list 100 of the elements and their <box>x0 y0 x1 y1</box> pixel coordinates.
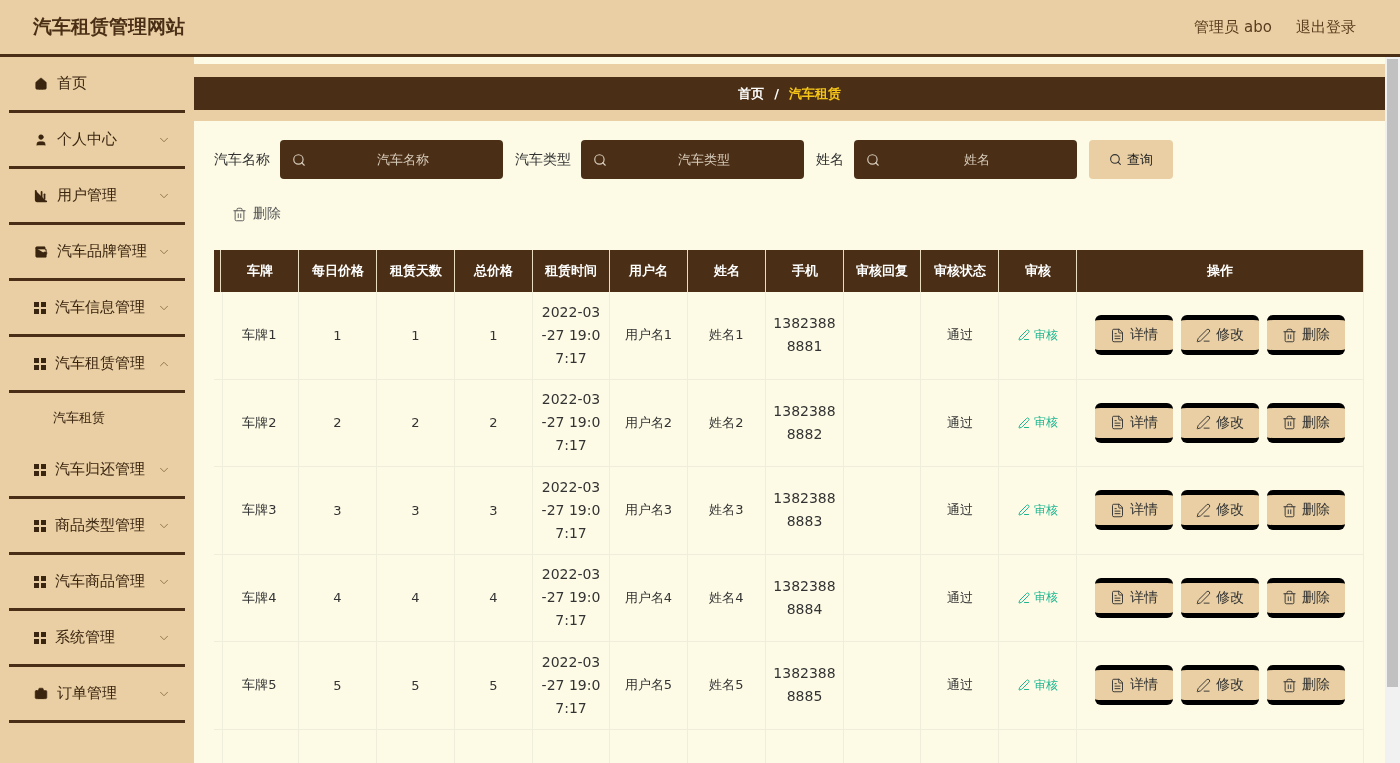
sidebar-item[interactable]: 汽车租赁管理 <box>9 337 185 393</box>
search-field[interactable]: 汽车名称 <box>280 140 503 179</box>
column-header: 车牌 <box>221 250 299 292</box>
sidebar-item-label: 个人中心 <box>57 130 118 149</box>
action-button[interactable]: 删除 <box>1267 315 1345 356</box>
action-button[interactable]: 删除 <box>1267 402 1345 443</box>
table-cell-text: 13823888883 <box>772 489 837 532</box>
pencil-icon <box>1196 677 1211 693</box>
action-button[interactable]: 修改 <box>1181 490 1259 531</box>
table-cell: 车牌2 <box>221 379 299 467</box>
table-cell: 通过 <box>921 554 999 642</box>
table-cell: 车牌4 <box>221 554 299 642</box>
query-button[interactable]: 查询 <box>1089 140 1173 179</box>
sidebar-item[interactable]: 首页 <box>9 57 185 113</box>
table-cell: 姓名5 <box>688 642 766 730</box>
column-header: 审核 <box>999 250 1077 292</box>
checkbox-header <box>214 250 221 292</box>
trash-icon <box>1282 327 1297 343</box>
sidebar-item[interactable]: 系统管理 <box>9 611 185 667</box>
sidebar-item-label: 商品类型管理 <box>55 516 146 535</box>
table-cell-text: 13823888881 <box>772 314 837 357</box>
briefcase-icon <box>34 686 48 701</box>
document-icon <box>1110 502 1125 518</box>
scrollbar-thumb[interactable] <box>1387 59 1398 687</box>
grid-icon <box>34 357 46 370</box>
action-button[interactable]: 修改 <box>1181 665 1259 706</box>
table-cell: 通过 <box>921 642 999 730</box>
submenu-item[interactable]: 汽车租赁 <box>9 393 185 443</box>
action-button[interactable]: 删除 <box>1267 665 1345 706</box>
trash-icon <box>232 206 247 222</box>
table-cell: 用户名5 <box>610 642 688 730</box>
search-input[interactable]: 汽车类型 <box>615 151 792 168</box>
sidebar-item[interactable]: 订单管理 <box>9 667 185 723</box>
sidebar-item[interactable]: 用户管理 <box>9 169 185 225</box>
table-cell-text: 13823888884 <box>772 576 837 619</box>
table-cell: 姓名2 <box>688 379 766 467</box>
sidebar-item-label: 用户管理 <box>57 186 118 205</box>
sidebar-item-label: 订单管理 <box>57 684 118 703</box>
sidebar-item[interactable]: 汽车商品管理 <box>9 555 185 611</box>
pencil-icon <box>1017 329 1030 342</box>
column-header: 用户名 <box>610 250 688 292</box>
action-button[interactable]: 详情 <box>1095 665 1173 706</box>
table-cell: 2 <box>299 379 377 467</box>
pencil-icon <box>1017 679 1030 692</box>
wallet-icon <box>34 244 48 259</box>
table-cell: 通过 <box>921 292 999 380</box>
field-label: 姓名 <box>816 150 844 169</box>
column-header: 审核状态 <box>921 250 999 292</box>
pencil-icon <box>1196 327 1211 343</box>
scrollbar[interactable] <box>1385 57 1400 763</box>
table-cell: 5 <box>299 642 377 730</box>
table-cell: 姓名3 <box>688 467 766 555</box>
search-icon <box>593 152 607 167</box>
action-button[interactable]: 详情 <box>1095 315 1173 356</box>
grid-icon <box>34 631 46 644</box>
table-cell-text: 2022-03-27 19:07:17 <box>540 565 602 631</box>
home-icon <box>34 76 48 91</box>
table-cell: 用户名4 <box>610 554 688 642</box>
sidebar-item[interactable]: 个人中心 <box>9 113 185 169</box>
pencil-icon <box>1017 416 1030 429</box>
action-button[interactable]: 修改 <box>1181 577 1259 618</box>
action-button[interactable]: 详情 <box>1095 490 1173 531</box>
delete-button[interactable]: 删除 <box>226 201 287 227</box>
table-cell: 用户名2 <box>610 379 688 467</box>
trash-icon <box>1282 677 1297 693</box>
logout-link[interactable]: 退出登录 <box>1296 17 1356 37</box>
table-cell-text: 2022-03-27 19:07:17 <box>540 302 602 368</box>
table-cell-text: 13823888885 <box>772 664 837 707</box>
action-button[interactable]: 修改 <box>1181 402 1259 443</box>
bar-chart-icon <box>34 188 48 203</box>
table-cell: 2 <box>377 379 455 467</box>
column-header: 总价格 <box>455 250 533 292</box>
pencil-icon <box>1196 415 1211 431</box>
column-header: 租赁时间 <box>533 250 610 292</box>
document-icon <box>1110 677 1125 693</box>
trash-icon <box>1282 502 1297 518</box>
sidebar-item[interactable]: 商品类型管理 <box>9 499 185 555</box>
table-cell: 5 <box>455 642 533 730</box>
grid-icon <box>34 301 46 314</box>
sidebar-item-label: 汽车租赁管理 <box>55 354 146 373</box>
table-cell: 1 <box>299 292 377 380</box>
sidebar-item[interactable]: 汽车归还管理 <box>9 443 185 499</box>
breadcrumb-link[interactable]: 汽车租赁 <box>788 84 841 103</box>
grid-icon <box>34 519 46 532</box>
search-input[interactable]: 汽车名称 <box>314 151 491 168</box>
document-icon <box>1110 415 1125 431</box>
table-cell: 2 <box>455 379 533 467</box>
sidebar-item[interactable]: 汽车信息管理 <box>9 281 185 337</box>
table-cell: 车牌3 <box>221 467 299 555</box>
action-button[interactable]: 删除 <box>1267 577 1345 618</box>
table-cell: 姓名1 <box>688 292 766 380</box>
search-input[interactable]: 姓名 <box>888 151 1065 168</box>
search-field[interactable]: 汽车类型 <box>581 140 804 179</box>
action-button[interactable]: 删除 <box>1267 490 1345 531</box>
sidebar-item[interactable]: 汽车品牌管理 <box>9 225 185 281</box>
action-button[interactable]: 详情 <box>1095 577 1173 618</box>
action-button[interactable]: 修改 <box>1181 315 1259 356</box>
action-button[interactable]: 详情 <box>1095 402 1173 443</box>
breadcrumb-link[interactable]: 首页 <box>738 84 765 103</box>
search-field[interactable]: 姓名 <box>854 140 1077 179</box>
